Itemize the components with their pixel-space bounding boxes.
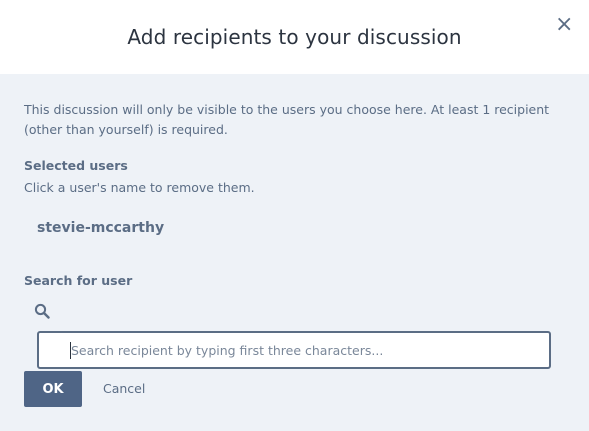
dialog-header: Add recipients to your discussion × xyxy=(0,0,589,74)
ok-button[interactable]: OK xyxy=(24,371,82,407)
cancel-link[interactable]: Cancel xyxy=(103,381,145,396)
selected-user-chip[interactable]: stevie-mccarthy xyxy=(37,220,164,236)
selected-users-label: Selected users xyxy=(24,158,128,173)
remove-user-hint: Click a user's name to remove them. xyxy=(24,180,255,195)
search-recipient-input[interactable] xyxy=(37,331,551,369)
search-user-label: Search for user xyxy=(24,273,133,288)
visibility-notice: This discussion will only be visible to … xyxy=(24,102,550,137)
add-recipients-dialog: Add recipients to your discussion × This… xyxy=(0,0,589,431)
text-caret xyxy=(70,342,71,359)
dialog-body: This discussion will only be visible to … xyxy=(24,74,565,431)
close-icon[interactable]: × xyxy=(555,14,573,36)
dialog-title: Add recipients to your discussion xyxy=(127,25,462,49)
search-icon xyxy=(34,303,50,319)
